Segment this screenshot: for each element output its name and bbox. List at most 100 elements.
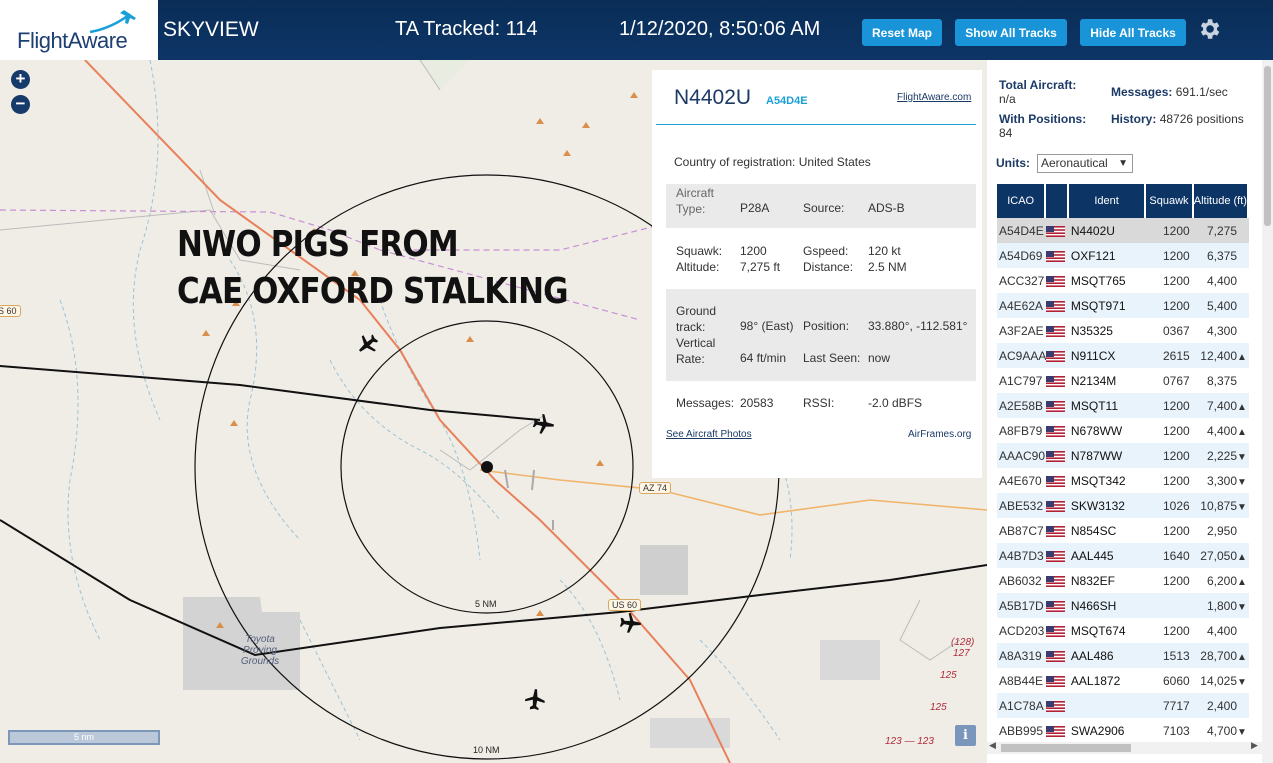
show-all-tracks-button[interactable]: Show All Tracks — [955, 19, 1067, 46]
us-flag-icon — [1046, 350, 1066, 362]
table-row[interactable]: A8A319 AAL486 1513 28,700▲ — [997, 643, 1249, 668]
table-row[interactable]: ABB995 SWA2906 7103 4,700▼ — [997, 718, 1249, 743]
detail-hex-code: A54D4E — [766, 95, 808, 107]
zoom-in-button[interactable]: + — [11, 70, 30, 89]
last-seen-value: now — [868, 351, 891, 365]
altitude-value: 7,400 — [1206, 398, 1237, 413]
table-row[interactable]: A4E670 MSQT342 1200 3,300▼ — [997, 468, 1249, 493]
hwy-label-128: (128) — [951, 637, 975, 648]
table-row[interactable]: ABE532 SKW3132 1026 10,875▼ — [997, 493, 1249, 518]
altitude-value: 7,275 — [1206, 223, 1237, 238]
table-row[interactable]: A5B17D N466SH 1,800▼ — [997, 593, 1249, 618]
units-select[interactable]: Aeronautical ▼ — [1037, 154, 1133, 173]
aircraft-marker-icon[interactable] — [355, 331, 381, 357]
flightaware-logo[interactable]: FlightAware — [0, 0, 158, 60]
table-row[interactable]: A1C797 N2134M 0767 8,375 — [997, 368, 1249, 393]
stat-messages: Messages: 691.1/sec — [1111, 85, 1228, 99]
us-flag-icon — [1046, 600, 1066, 612]
gear-icon[interactable] — [1196, 16, 1222, 42]
icao-cell: A3F2AE — [997, 318, 1047, 343]
altitude-value: 14,025 — [1200, 673, 1237, 688]
vertical-scroll-thumb[interactable] — [1264, 66, 1271, 226]
table-row[interactable]: A3F2AE N35325 0367 4,300 — [997, 318, 1249, 343]
table-row[interactable]: A8FB79 N678WW 1200 4,400▲ — [997, 418, 1249, 443]
reset-map-button[interactable]: Reset Map — [862, 19, 942, 46]
table-row[interactable]: AB87C7 N854SC 1200 2,950 — [997, 518, 1249, 543]
col-squawk[interactable]: Squawk — [1146, 184, 1194, 218]
rssi-value: -2.0 dBFS — [868, 396, 923, 410]
hwy-label-127: 127 — [953, 648, 970, 659]
flag-cell — [1046, 593, 1069, 618]
detail-block-type: Aircraft Type: P28A Source: ADS-B — [666, 184, 976, 228]
squawk-cell: 1200 — [1146, 218, 1194, 243]
altitude-cell: 3,300▼ — [1193, 468, 1249, 493]
aircraft-marker-icon[interactable] — [522, 687, 548, 713]
table-row[interactable]: A4E62A MSQT971 1200 5,400 — [997, 293, 1249, 318]
table-row[interactable]: A4B7D3 AAL445 1640 27,050▲ — [997, 543, 1249, 568]
ident-cell: N678WW — [1068, 418, 1147, 443]
table-row[interactable]: A54D4E N4402U 1200 7,275 — [997, 218, 1249, 243]
airframes-link[interactable]: AirFrames.org — [908, 429, 971, 440]
altitude-cell: 5,400 — [1193, 293, 1249, 318]
icao-cell: ABB995 — [997, 718, 1047, 743]
us-flag-icon — [1046, 500, 1066, 512]
ident-cell: N466SH — [1068, 593, 1147, 618]
altitude-cell: 10,875▼ — [1193, 493, 1249, 518]
altitude-cell: 8,375 — [1193, 368, 1249, 393]
us-flag-icon — [1046, 700, 1066, 712]
squawk-cell: 1200 — [1146, 518, 1194, 543]
col-ident[interactable]: Ident — [1068, 184, 1147, 218]
scroll-left-icon[interactable]: ◀ — [989, 740, 996, 751]
flightaware-link[interactable]: FlightAware.com — [897, 92, 971, 103]
country-label: Country of registration: — [674, 155, 796, 169]
altitude-cell: 1,800▼ — [1193, 593, 1249, 618]
altitude-trend-icon: ▲ — [1237, 576, 1247, 588]
ident-cell: N832EF — [1068, 568, 1147, 593]
flag-cell — [1046, 668, 1069, 693]
map-info-button[interactable]: i — [955, 725, 976, 746]
aircraft-marker-icon[interactable] — [530, 411, 556, 437]
altitude-cell: 4,700▼ — [1193, 718, 1249, 743]
table-row[interactable]: A8B44E AAL1872 6060 14,025▼ — [997, 668, 1249, 693]
horizontal-scroll-thumb[interactable] — [1001, 744, 1131, 752]
altitude-cell: 2,950 — [1193, 518, 1249, 543]
us-flag-icon — [1046, 400, 1066, 412]
altitude-value: 3,300 — [1206, 473, 1237, 488]
col-icao[interactable]: ICAO — [997, 184, 1047, 218]
aircraft-type-value: P28A — [740, 201, 770, 215]
site-name: SKYVIEW — [163, 18, 259, 41]
zoom-out-button[interactable]: − — [11, 95, 30, 114]
altitude-cell: 4,400 — [1193, 618, 1249, 643]
col-flag[interactable] — [1046, 184, 1069, 218]
altitude-cell: 28,700▲ — [1193, 643, 1249, 668]
messages-label: Messages: — [676, 396, 735, 410]
tracked-count: TA Tracked: 114 — [395, 18, 538, 40]
map-scale-bar: 5 nm — [8, 730, 160, 745]
icao-cell: A8FB79 — [997, 418, 1047, 443]
altitude-cell: 4,300 — [1193, 318, 1249, 343]
us-flag-icon — [1046, 450, 1066, 462]
ground-track-value: 98° (East) — [740, 319, 794, 333]
aircraft-marker-icon[interactable] — [617, 610, 643, 636]
table-row[interactable]: AAAC90 N787WW 1200 2,225▼ — [997, 443, 1249, 468]
altitude-value: 10,875 — [1200, 498, 1237, 513]
col-altitude[interactable]: Altitude (ft) — [1193, 184, 1249, 218]
table-row[interactable]: A1C78A 7717 2,400 — [997, 693, 1249, 718]
hide-all-tracks-button[interactable]: Hide All Tracks — [1080, 19, 1186, 46]
table-row[interactable]: ACC327 MSQT765 1200 4,400 — [997, 268, 1249, 293]
table-row[interactable]: A54D69 OXF121 1200 6,375 — [997, 243, 1249, 268]
us-flag-icon — [1046, 675, 1066, 687]
overlay-caption-line2: CAE OXFORD STALKING — [177, 271, 569, 312]
scroll-right-icon[interactable]: ▶ — [1251, 740, 1258, 751]
logo-text: FlightAware — [17, 28, 128, 53]
icao-cell: A1C78A — [997, 693, 1047, 718]
squawk-cell: 1513 — [1146, 643, 1194, 668]
table-row[interactable]: AB6032 N832EF 1200 6,200▲ — [997, 568, 1249, 593]
us-flag-icon — [1046, 575, 1066, 587]
ring-label-inner: 5 NM — [475, 599, 497, 609]
table-row[interactable]: ACD203 MSQT674 1200 4,400 — [997, 618, 1249, 643]
table-row[interactable]: AC9AAA N911CX 2615 12,400▲ — [997, 343, 1249, 368]
flag-cell — [1046, 343, 1069, 368]
aircraft-photos-link[interactable]: See Aircraft Photos — [666, 429, 752, 440]
table-row[interactable]: A2E58B MSQT11 1200 7,400▲ — [997, 393, 1249, 418]
